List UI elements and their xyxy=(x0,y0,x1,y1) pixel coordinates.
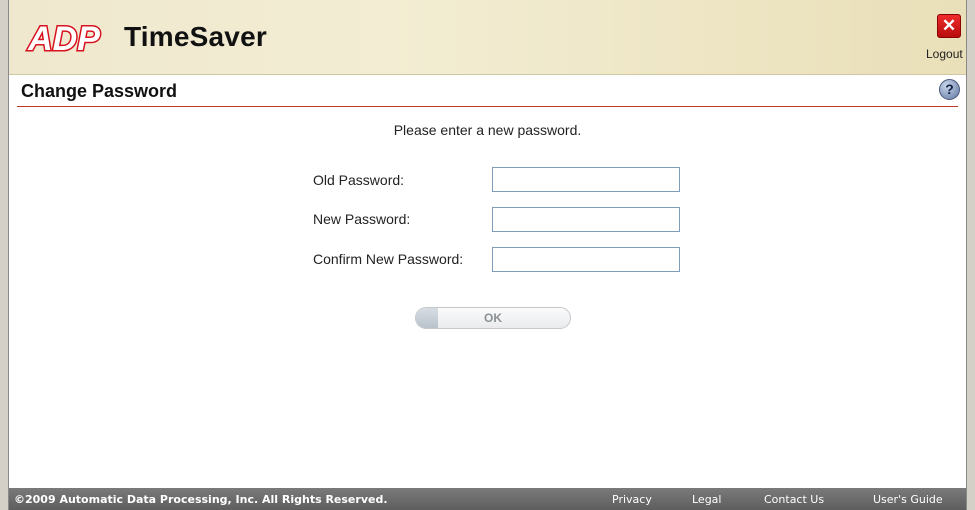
old-password-input[interactable] xyxy=(492,167,680,192)
confirm-password-label: Confirm New Password: xyxy=(313,251,464,267)
old-password-label: Old Password: xyxy=(313,172,405,188)
ok-button-label: OK xyxy=(484,311,502,325)
adp-logo: ADP xyxy=(26,19,102,59)
logout-link[interactable]: Logout xyxy=(926,47,963,61)
instruction-text: Please enter a new password. xyxy=(393,122,582,138)
confirm-password-input[interactable] xyxy=(492,247,680,272)
footer-link-contact-us[interactable]: Contact Us xyxy=(764,493,824,506)
app-window: ADP TimeSaver ✕ Logout Change Password ?… xyxy=(8,0,967,510)
footer-link-privacy[interactable]: Privacy xyxy=(612,493,652,506)
page-title: Change Password xyxy=(21,81,178,101)
footer-link-users-guide[interactable]: User's Guide xyxy=(873,493,943,506)
footer-link-legal[interactable]: Legal xyxy=(692,493,721,506)
new-password-label: New Password: xyxy=(313,211,411,227)
logout-icon[interactable]: ✕ xyxy=(937,14,961,38)
logo-text: ADP xyxy=(27,20,100,58)
copyright-text: ©2009 Automatic Data Processing, Inc. Al… xyxy=(14,493,388,506)
title-divider xyxy=(17,106,958,107)
new-password-input[interactable] xyxy=(492,207,680,232)
app-title: TimeSaver xyxy=(124,21,267,52)
ok-button-area: OK xyxy=(407,304,585,332)
ok-button[interactable]: OK xyxy=(415,307,571,329)
help-icon[interactable]: ? xyxy=(939,79,960,100)
footer-bar: ©2009 Automatic Data Processing, Inc. Al… xyxy=(9,488,966,510)
app-header: ADP TimeSaver ✕ Logout xyxy=(9,0,966,75)
